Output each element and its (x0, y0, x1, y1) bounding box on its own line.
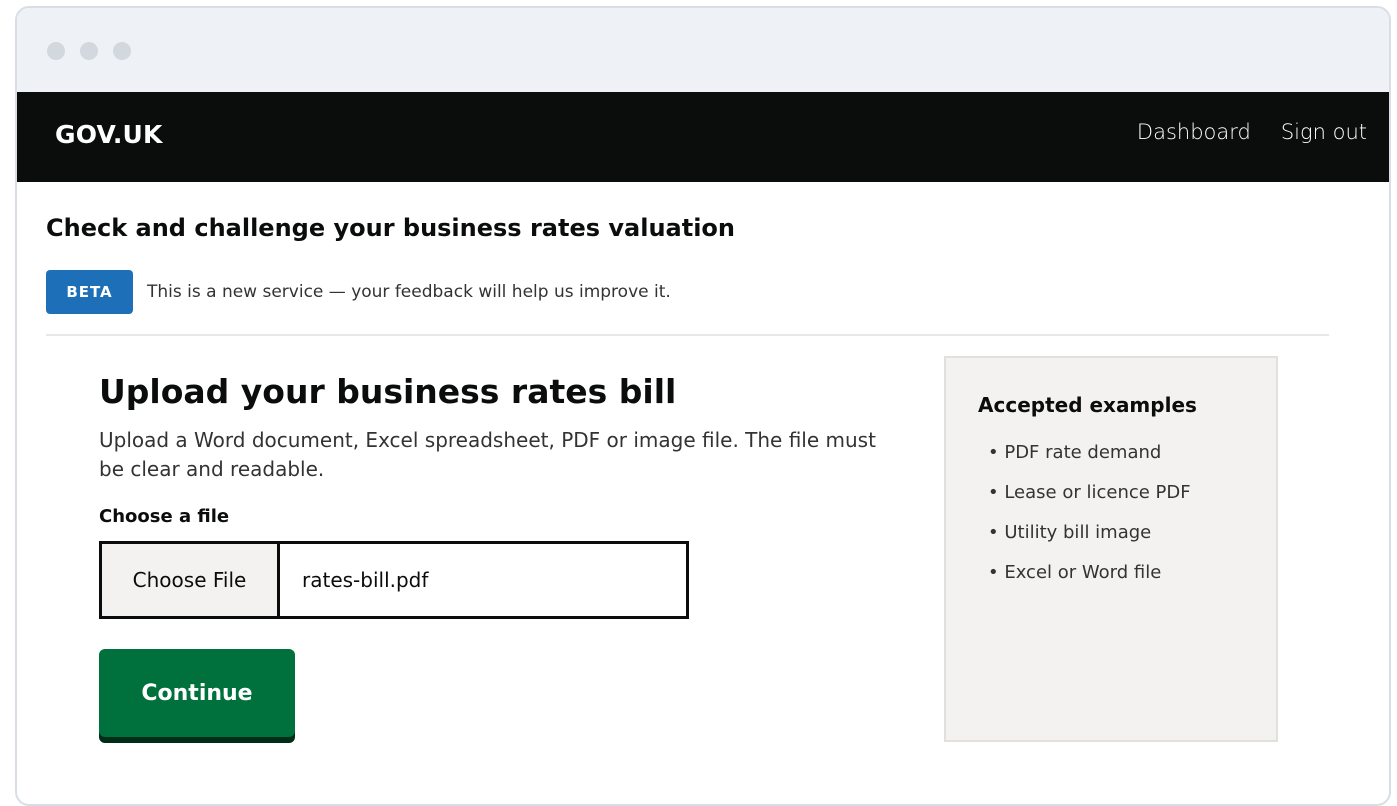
list-item: Lease or licence PDF (988, 473, 1276, 513)
site-header: GOV.UK Dashboard Sign out (17, 92, 1389, 182)
upload-instructions: Upload a Word document, Excel spreadshee… (99, 428, 876, 481)
beta-banner-text: This is a new service — your feedback wi… (147, 282, 671, 302)
phase-banner: BETA This is a new service — your feedba… (46, 270, 671, 314)
file-upload-input[interactable]: Choose File rates-bill.pdf (99, 541, 689, 619)
upload-form: Upload your business rates bill Upload a… (99, 370, 919, 737)
accepted-examples-list: PDF rate demand Lease or licence PDF Uti… (978, 433, 1276, 593)
accepted-examples-title: Accepted examples (978, 393, 1197, 417)
beta-tag: BETA (46, 270, 133, 314)
nav-link-dashboard[interactable]: Dashboard (1137, 120, 1251, 144)
window-titlebar (17, 8, 1389, 92)
nav-link-sign-out[interactable]: Sign out (1281, 120, 1367, 144)
accepted-examples-panel: Accepted examples PDF rate demand Lease … (944, 356, 1278, 742)
header-nav: Dashboard Sign out (1137, 120, 1367, 144)
page-title: Upload your business rates bill (99, 372, 677, 411)
window-close-dot[interactable] (47, 42, 65, 60)
window-maximize-dot[interactable] (113, 42, 131, 60)
choose-file-button[interactable]: Choose File (102, 544, 280, 616)
govuk-logo[interactable]: GOV.UK (55, 120, 163, 149)
file-field-label: Choose a file (99, 506, 230, 527)
service-title: Check and challenge your business rates … (46, 214, 735, 242)
list-item: Utility bill image (988, 513, 1276, 553)
continue-button[interactable]: Continue (99, 649, 295, 737)
section-divider (46, 334, 1329, 336)
window-minimize-dot[interactable] (80, 42, 98, 60)
list-item: PDF rate demand (988, 433, 1276, 473)
list-item: Excel or Word file (988, 553, 1276, 593)
selected-file-name: rates-bill.pdf (302, 568, 429, 592)
